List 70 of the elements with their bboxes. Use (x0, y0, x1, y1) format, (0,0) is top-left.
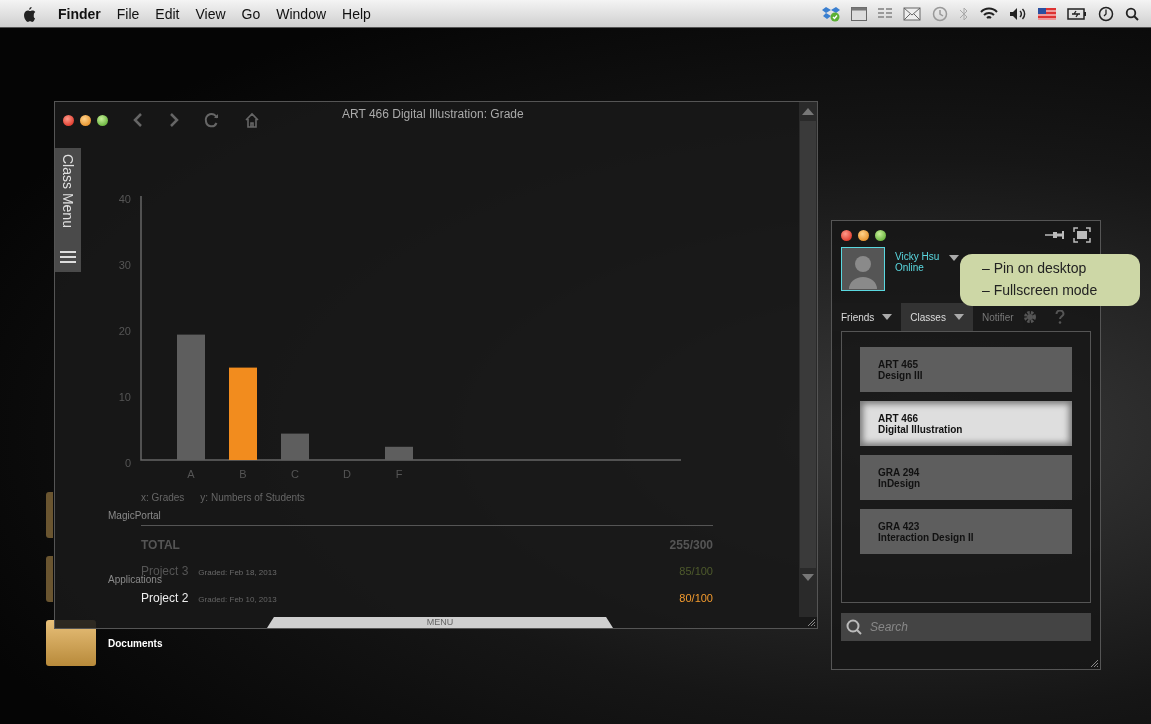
close-button[interactable] (63, 114, 74, 126)
clock-icon[interactable] (1098, 5, 1114, 22)
class-menu-tab[interactable]: Class Menu (55, 148, 81, 272)
y-tick-label: 20 (118, 324, 131, 337)
apple-logo-icon[interactable] (22, 5, 36, 22)
menu-item[interactable]: Go (241, 5, 261, 22)
bar (385, 446, 413, 460)
flag-icon[interactable] (1038, 7, 1056, 20)
forward-icon[interactable] (168, 112, 180, 128)
search-input[interactable]: Search (868, 612, 1091, 642)
mail-icon[interactable] (903, 6, 921, 21)
axis-legend: y: Numbers of Students (200, 492, 305, 503)
menu-item[interactable]: File (116, 5, 140, 22)
y-tick-label: 30 (118, 258, 131, 271)
caret-icon (953, 313, 964, 321)
avatar[interactable] (841, 247, 885, 291)
scrollbar[interactable] (799, 102, 817, 617)
minimize-button[interactable] (80, 114, 91, 126)
minimize-button[interactable] (858, 229, 869, 241)
menu-icon (60, 250, 76, 264)
menu-tab[interactable]: MENU (267, 617, 613, 628)
menu-item[interactable]: Finder (58, 5, 101, 22)
x-tick-label: F (395, 468, 403, 480)
graded-date: Graded: Feb 10, 2013 (198, 594, 277, 604)
zoom-button[interactable] (97, 114, 108, 126)
project-name[interactable]: Project 2 (141, 590, 189, 605)
menu-item[interactable]: Help (342, 5, 371, 22)
user-name[interactable]: Vicky Hsu (895, 251, 940, 262)
tab[interactable]: Classes (901, 303, 973, 331)
x-tick-label: C (291, 468, 299, 480)
class-item[interactable]: ART 466 Digital Illustration (860, 401, 1072, 446)
dropbox-icon[interactable] (822, 5, 840, 22)
menu-item[interactable]: View (195, 5, 226, 22)
resize-grip-icon[interactable] (807, 618, 816, 627)
volume-icon[interactable] (1009, 6, 1027, 21)
caret-icon (882, 313, 893, 321)
close-button[interactable] (841, 229, 852, 241)
user-status: Online (895, 262, 925, 273)
x-tick-label: D (343, 468, 351, 480)
reload-icon[interactable] (204, 112, 220, 128)
pin-icon[interactable] (1045, 230, 1065, 240)
axis-legend: x: Grades (141, 492, 185, 503)
resize-grip-icon[interactable] (1090, 659, 1099, 668)
calendar-icon[interactable] (851, 6, 867, 21)
wifi-icon[interactable] (980, 6, 998, 21)
back-icon[interactable] (132, 112, 144, 128)
total-score: 255/300 (669, 537, 713, 552)
x-tick-label: B (239, 468, 247, 480)
zoom-button[interactable] (875, 229, 886, 241)
battery-icon[interactable] (1067, 7, 1087, 20)
window-title: ART 466 Digital Illustration: Grade (342, 107, 524, 121)
home-icon[interactable] (244, 112, 260, 128)
tooltip-line: – Fullscreen mode (982, 282, 1099, 298)
desktop-icon-label[interactable]: Documents (108, 637, 163, 649)
project-score: 80/100 (679, 591, 713, 604)
graded-date: Graded: Feb 18, 2013 (198, 568, 277, 578)
fullscreen-icon[interactable] (1073, 227, 1091, 243)
project-score: 85/100 (679, 565, 713, 578)
menu-item[interactable]: Edit (155, 5, 180, 22)
y-tick-label: 40 (118, 192, 131, 205)
menu-item[interactable]: Window (276, 5, 327, 22)
bar (281, 433, 309, 460)
tooltip-line: – Pin on desktop (982, 260, 1088, 276)
total-label: TOTAL (141, 537, 180, 552)
caret-icon[interactable] (949, 255, 960, 262)
x-tick-label: A (187, 468, 195, 480)
search-icon[interactable] (1125, 6, 1139, 21)
desktop-icon-label[interactable]: MagicPortal (108, 509, 161, 521)
search-field[interactable]: Search (841, 613, 1091, 641)
search-icon (846, 619, 862, 635)
